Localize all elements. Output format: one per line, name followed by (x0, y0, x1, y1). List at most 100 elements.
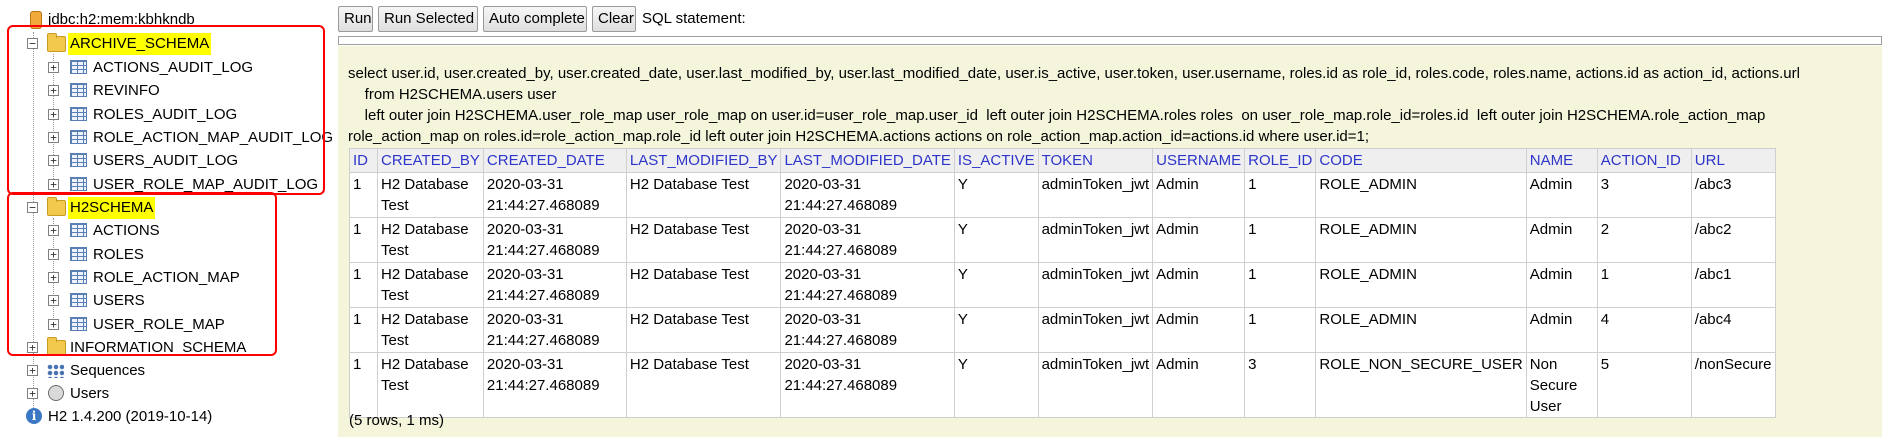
table-cell: /abc4 (1690, 307, 1776, 353)
column-header[interactable]: LAST_MODIFIED_DATE (780, 148, 955, 173)
column-header[interactable]: URL (1690, 148, 1776, 173)
column-header[interactable]: CREATED_BY (377, 148, 484, 173)
table-cell: Admin (1152, 262, 1246, 308)
column-header[interactable]: TOKEN (1037, 148, 1154, 173)
sql-echo-line: left outer join H2SCHEMA.user_role_map u… (348, 107, 1766, 124)
table-cell: 1 (349, 307, 378, 353)
connection-label: jdbc:h2:mem:kbhkndb (48, 11, 195, 28)
run-selected-button[interactable]: Run Selected (378, 6, 478, 32)
expand-icon[interactable]: + (48, 62, 59, 73)
table-cell: H2 Database Test (625, 172, 782, 218)
tree-guide-line (53, 54, 54, 189)
table-icon (70, 177, 87, 191)
table-cell: H2 Database Test (625, 352, 782, 418)
table-cell: Y (953, 307, 1039, 353)
column-header[interactable]: ACTION_ID (1596, 148, 1692, 173)
users-label: Users (70, 385, 110, 402)
expand-icon[interactable]: + (27, 388, 38, 399)
column-header[interactable]: ROLE_ID (1244, 148, 1317, 173)
table-cell: H2 Database Test (377, 352, 484, 418)
expand-icon[interactable]: + (48, 272, 59, 283)
table-cell: H2 Database Test (377, 307, 484, 353)
column-header[interactable]: ID (349, 148, 378, 173)
expand-icon[interactable]: + (48, 132, 59, 143)
table-cell: 2020-03-31 21:44:27.468089 (482, 217, 627, 263)
column-header[interactable]: CODE (1315, 148, 1527, 173)
table-icon (70, 130, 87, 144)
table-cell: adminToken_jwt (1037, 352, 1154, 418)
table-cell: /abc2 (1690, 217, 1776, 263)
table-label: ROLES_AUDIT_LOG (93, 106, 238, 123)
table-cell: 1 (1244, 217, 1317, 263)
result-table: ID CREATED_BY CREATED_DATE LAST_MODIFIED… (349, 148, 1776, 418)
sequence-icon (47, 364, 64, 378)
table-cell: 2020-03-31 21:44:27.468089 (780, 262, 955, 308)
table-cell: H2 Database Test (625, 307, 782, 353)
table-cell: Admin (1152, 172, 1246, 218)
expand-icon[interactable]: + (48, 319, 59, 330)
auto-complete-button[interactable]: Auto complete (483, 6, 587, 32)
table-cell: adminToken_jwt (1037, 217, 1154, 263)
table-cell: 1 (1244, 172, 1317, 218)
sql-echo-line: from H2SCHEMA.users user (348, 86, 557, 103)
table-cell: Admin (1525, 217, 1598, 263)
run-button[interactable]: Run (338, 6, 373, 32)
column-header[interactable]: CREATED_DATE (482, 148, 627, 173)
expand-icon[interactable]: + (27, 342, 38, 353)
collapse-icon[interactable]: − (27, 202, 38, 213)
expand-icon[interactable]: + (48, 85, 59, 96)
table-cell: Admin (1152, 217, 1246, 263)
expand-icon[interactable]: + (48, 179, 59, 190)
table-cell: ROLE_ADMIN (1315, 262, 1527, 308)
table-header-row: ID CREATED_BY CREATED_DATE LAST_MODIFIED… (349, 148, 1776, 173)
column-header[interactable]: USERNAME (1152, 148, 1246, 173)
expand-icon[interactable]: + (48, 109, 59, 120)
results-panel: select user.id, user.created_by, user.cr… (338, 46, 1882, 437)
table-icon (70, 107, 87, 121)
table-cell: ROLE_ADMIN (1315, 307, 1527, 353)
table-label: USERS_AUDIT_LOG (93, 152, 239, 169)
expand-icon[interactable]: + (48, 249, 59, 260)
table-cell: 2020-03-31 21:44:27.468089 (482, 262, 627, 308)
column-header[interactable]: LAST_MODIFIED_BY (625, 148, 782, 173)
table-cell: 1 (1244, 262, 1317, 308)
table-cell: 1 (1596, 262, 1692, 308)
expand-icon[interactable]: + (48, 155, 59, 166)
table-icon (70, 317, 87, 331)
column-header[interactable]: NAME (1525, 148, 1598, 173)
table-icon (70, 153, 87, 167)
table-cell: H2 Database Test (625, 262, 782, 308)
expand-icon[interactable]: + (27, 365, 38, 376)
expand-icon[interactable]: + (48, 295, 59, 306)
clear-button[interactable]: Clear (592, 6, 636, 32)
table-label: ACTIONS_AUDIT_LOG (93, 59, 254, 76)
database-icon (30, 11, 42, 29)
table-row: 1 H2 Database Test 2020-03-31 21:44:27.4… (349, 262, 1776, 308)
table-cell: H2 Database Test (625, 217, 782, 263)
sql-echo-line: select user.id, user.created_by, user.cr… (348, 65, 1800, 82)
table-icon (70, 293, 87, 307)
table-cell: Y (953, 217, 1039, 263)
sequences-label: Sequences (70, 362, 146, 379)
table-cell: 1 (1244, 307, 1317, 353)
collapse-icon[interactable]: − (27, 38, 38, 49)
table-cell: 2 (1596, 217, 1692, 263)
sql-input[interactable] (338, 36, 1882, 45)
table-label: USER_ROLE_MAP (93, 316, 225, 333)
table-row: 1 H2 Database Test 2020-03-31 21:44:27.4… (349, 352, 1776, 418)
table-cell: /abc1 (1690, 262, 1776, 308)
tree-guide-line (33, 32, 34, 420)
folder-icon (47, 337, 66, 356)
table-cell: 4 (1596, 307, 1692, 353)
table-cell: 1 (349, 217, 378, 263)
table-icon (70, 60, 87, 74)
column-header[interactable]: IS_ACTIVE (953, 148, 1039, 173)
table-cell: 2020-03-31 21:44:27.468089 (482, 172, 627, 218)
table-cell: /nonSecure (1690, 352, 1776, 418)
sql-statement-label: SQL statement: (642, 10, 746, 27)
table-row: 1 H2 Database Test 2020-03-31 21:44:27.4… (349, 307, 1776, 353)
table-cell: adminToken_jwt (1037, 262, 1154, 308)
table-cell: 2020-03-31 21:44:27.468089 (780, 352, 955, 418)
table-cell: 3 (1596, 172, 1692, 218)
expand-icon[interactable]: + (48, 225, 59, 236)
